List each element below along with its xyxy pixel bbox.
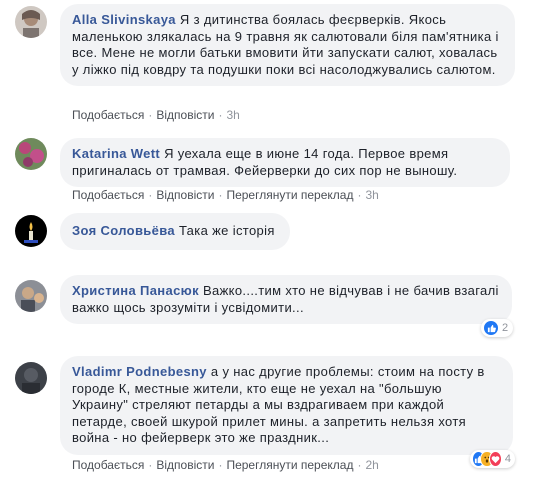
comment-bubble: Зоя Соловьёва Така же історія	[60, 213, 290, 250]
comment-bubble: Katarina Wett Я уехала еще в июне 14 года…	[60, 138, 510, 187]
comment-bubble: Vladimr Podnebesny а у нас другие проблем…	[60, 356, 513, 455]
comment-bubble: Христина Панасюк Важко....тим хто не відч…	[60, 275, 512, 324]
reaction-count: 4	[504, 453, 512, 465]
avatar[interactable]	[15, 280, 47, 312]
comment-author[interactable]: Зоя Соловьёва	[72, 223, 175, 238]
comment-actions: Подобається · Відповісти · 3h	[72, 108, 240, 122]
comment-text: Така же історія	[178, 223, 275, 238]
comment-time[interactable]: 3h	[226, 108, 239, 122]
see-translation-link[interactable]: Переглянути переклад	[226, 458, 353, 472]
reply-link[interactable]: Відповісти	[156, 108, 214, 122]
like-reaction-icon	[483, 320, 499, 336]
comment-item: Христина Панасюк Важко....тим хто не відч…	[0, 265, 557, 345]
comment-author[interactable]: Alla Slivinskaya	[72, 12, 176, 27]
comment-actions: Подобається · Відповісти · Переглянути перек…	[72, 188, 379, 202]
avatar[interactable]	[15, 6, 47, 38]
comment-bubble: Alla Slivinskaya Я з дитинства боялась фе…	[60, 4, 515, 86]
comment-author[interactable]: Katarina Wett	[72, 146, 160, 161]
avatar[interactable]	[15, 138, 47, 170]
reaction-summary[interactable]: 2	[481, 319, 513, 337]
comment-time[interactable]: 3h	[365, 188, 378, 202]
comment-item: Vladimr Podnebesny а у нас другие проблем…	[0, 350, 557, 480]
comment-item: Katarina Wett Я уехала еще в июне 14 года…	[0, 130, 557, 205]
reaction-summary[interactable]: 4	[470, 450, 515, 468]
comment-author[interactable]: Vladimr Podnebesny	[72, 364, 207, 379]
love-reaction-icon	[488, 451, 502, 467]
comment-time[interactable]: 2h	[365, 458, 378, 472]
like-link[interactable]: Подобається	[72, 458, 144, 472]
reaction-count: 2	[502, 322, 509, 334]
comment-item: Зоя Соловьёва Така же історія	[0, 210, 557, 260]
reply-link[interactable]: Відповісти	[156, 188, 214, 202]
avatar[interactable]	[15, 362, 47, 394]
comment-actions: Подобається · Відповісти · Переглянути перек…	[72, 458, 379, 472]
like-link[interactable]: Подобається	[72, 188, 144, 202]
like-link[interactable]: Подобається	[72, 108, 144, 122]
see-translation-link[interactable]: Переглянути переклад	[226, 188, 353, 202]
reply-link[interactable]: Відповісти	[156, 458, 214, 472]
comment-author[interactable]: Христина Панасюк	[72, 283, 199, 298]
comment-item: Alla Slivinskaya Я з дитинства боялась фе…	[0, 0, 557, 125]
avatar[interactable]	[15, 215, 47, 247]
